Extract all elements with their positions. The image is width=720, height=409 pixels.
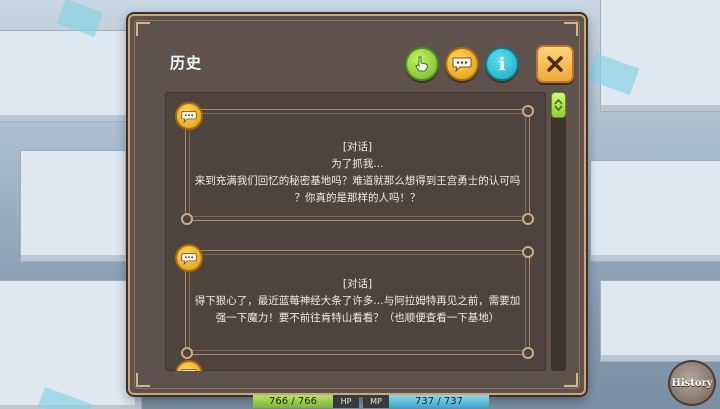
frame-ornament <box>522 105 534 117</box>
frame-corner-ornament <box>564 22 578 36</box>
frame-corner-ornament <box>136 22 150 36</box>
entry-line: 为了抓我… <box>331 158 384 170</box>
ice-block <box>600 0 720 112</box>
entry-text: [对话] 为了抓我… 来到充满我们回忆的秘密基地吗？难道就那么想得到王宫勇士的认… <box>193 139 522 207</box>
entry-type-label: [对话] <box>342 278 373 290</box>
entry-line: 来到充满我们回忆的秘密基地吗？难道就那么想得到王宫勇士的认可吗 <box>194 175 521 187</box>
history-button-label: History <box>671 377 713 389</box>
auto-skip-button[interactable] <box>405 47 439 81</box>
player-status-hud: 766 / 766 HP MP 737 / 737 <box>253 394 489 409</box>
speech-bubble-icon <box>181 110 197 123</box>
frame-ornament <box>181 347 193 359</box>
speech-bubble-icon <box>181 368 197 371</box>
ice-block <box>0 30 142 122</box>
chevron-down-icon <box>554 105 563 111</box>
frame-ornament <box>181 213 193 225</box>
speech-bubble-icon <box>181 252 197 265</box>
log-entry: [对话] 为了抓我… 来到充满我们回忆的秘密基地吗？难道就那么想得到王宫勇士的认… <box>181 105 534 225</box>
frame-corner-ornament <box>564 373 578 387</box>
scrollbar-thumb[interactable] <box>551 92 566 118</box>
entry-text: [对话] 得下狠心了，最近蓝莓神经大条了许多…与阿拉姆特再见之前，需要加 强一下… <box>193 276 522 327</box>
frame-corner-ornament <box>136 373 150 387</box>
dialog-title: 历史 <box>170 54 203 72</box>
ice-block <box>0 280 142 409</box>
mp-bar: 737 / 737 <box>389 395 489 408</box>
hp-label: HP <box>333 395 359 408</box>
close-icon <box>547 56 563 72</box>
info-icon: i <box>498 53 506 75</box>
entry-line: ？你真的是那样的人吗！？ <box>294 192 421 204</box>
log-entry: [对话] 得下狠心了，最近蓝莓神经大条了许多…与阿拉姆特再见之前，需要加 强一下… <box>181 246 534 359</box>
frame-ornament <box>522 213 534 225</box>
ice-block <box>20 150 132 262</box>
info-button[interactable]: i <box>485 47 519 81</box>
history-log-list[interactable]: [对话] 为了抓我… 来到充满我们回忆的秘密基地吗？难道就那么想得到王宫勇士的认… <box>165 92 546 371</box>
ice-block <box>600 280 720 362</box>
dialogue-entry-icon <box>175 244 203 272</box>
frame-ornament <box>522 347 534 359</box>
mp-label: MP <box>363 395 389 408</box>
entry-line: 强一下魔力！要不前往肯特山看看？（也顺便查看一下基地） <box>215 312 500 324</box>
entry-type-label: [对话] <box>342 141 373 153</box>
frame-ornament <box>522 246 534 258</box>
close-button[interactable] <box>536 45 574 83</box>
history-button[interactable]: History <box>668 360 716 406</box>
ice-block <box>590 160 720 262</box>
log-scrollbar[interactable] <box>551 92 566 371</box>
hand-pointer-icon <box>415 56 428 72</box>
dialogue-entry-icon <box>175 102 203 130</box>
dialogue-entry-icon <box>175 360 203 371</box>
speech-bubble-icon <box>452 57 472 72</box>
dialogue-log-button[interactable] <box>445 47 479 81</box>
entry-line: 得下狠心了，最近蓝莓神经大条了许多…与阿拉姆特再见之前，需要加 <box>194 295 521 307</box>
history-dialog: 历史 i [对话] 为了抓我… 来到充满我们回忆的秘密基地吗？难道就那么想得到王… <box>128 14 586 395</box>
hp-bar: 766 / 766 <box>253 395 333 408</box>
